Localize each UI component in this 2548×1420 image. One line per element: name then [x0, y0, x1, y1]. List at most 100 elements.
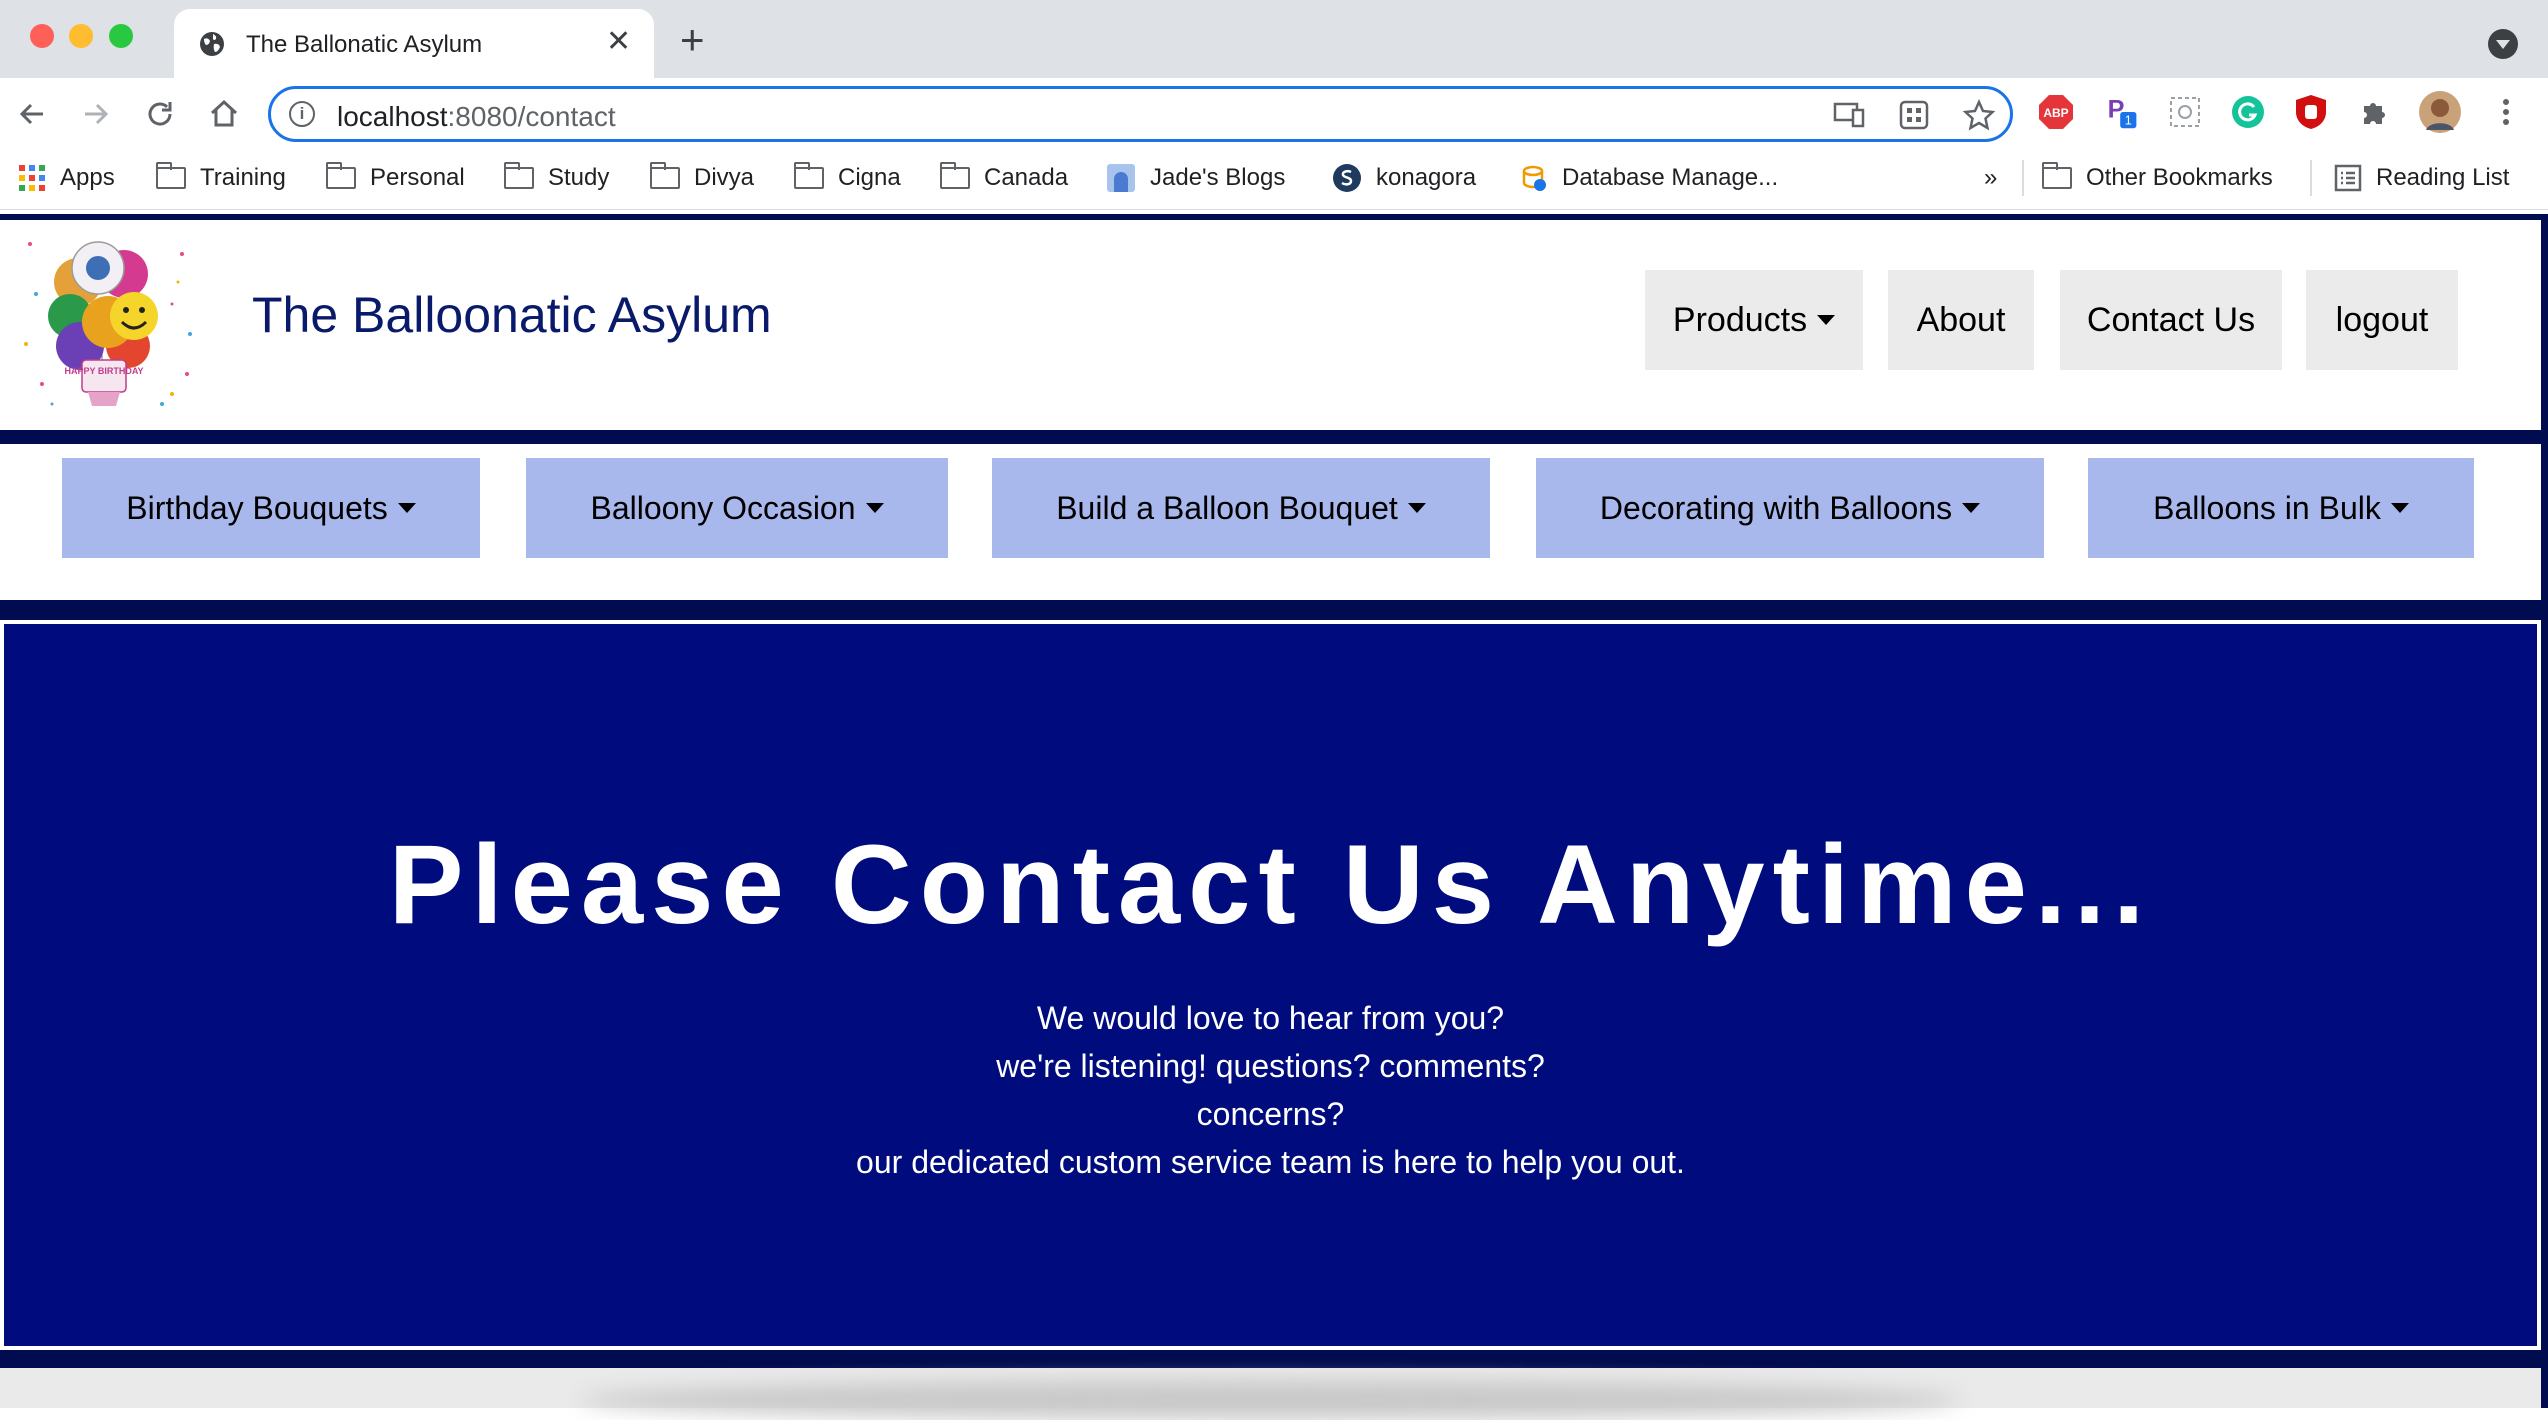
bookmarks-overflow-chevron-icon[interactable]: » [1984, 160, 1997, 196]
folder-icon [2041, 162, 2072, 189]
apps-grid-icon [18, 164, 46, 192]
hero-heading: Please Contact Us Anytime... [388, 822, 2153, 947]
qr-code-icon[interactable] [1898, 99, 1930, 131]
nav-contact-us-button[interactable]: Contact Us [2060, 270, 2282, 370]
bookmark-other-bookmarks[interactable]: Other Bookmarks [2041, 160, 2273, 196]
bookmark-jades-blogs[interactable]: Jade's Blogs [1106, 160, 1285, 196]
tab-close-icon[interactable]: ✕ [606, 27, 631, 57]
navy-band [0, 600, 2541, 620]
navy-band [0, 1350, 2541, 1368]
bookmark-label: konagora [1376, 164, 1477, 191]
url-text[interactable]: localhost:8080/contact [337, 101, 616, 133]
reading-list-icon [2334, 164, 2362, 192]
card-shadow [580, 1380, 1960, 1420]
category-label: Birthday Bouquets [126, 489, 388, 526]
home-icon [210, 99, 238, 127]
bookmarks-divider [2022, 160, 2024, 196]
bookmark-label: Cigna [838, 164, 901, 191]
browser-toolbar: i localhost:8080/contact [0, 78, 2548, 150]
bookmark-label: Canada [984, 164, 1069, 191]
globe-icon [198, 30, 226, 63]
nav-about-button[interactable]: About [1888, 270, 2034, 370]
site-header: HAPPY BIRTHDAY The Balloonatic Asylum Pr… [0, 220, 2541, 430]
bookmark-folder-cigna[interactable]: Cigna [793, 160, 901, 196]
browser-menu-icon[interactable] [2488, 94, 2524, 130]
browser-tab-bar: The Ballonatic Asylum ✕ + [0, 0, 2548, 78]
caret-down-icon [397, 503, 416, 513]
reload-icon [148, 102, 172, 126]
caret-down-icon [1407, 503, 1426, 513]
hero-line: we're listening! questions? comments? [996, 1048, 1545, 1084]
blog-favicon-icon [1106, 163, 1136, 193]
category-decorating-with-balloons[interactable]: Decorating with Balloons [1536, 458, 2044, 558]
address-bar[interactable]: i localhost:8080/contact [268, 86, 2013, 142]
reload-button[interactable] [138, 92, 182, 136]
url-host: localhost [337, 101, 448, 132]
reading-list-button[interactable]: Reading List [2334, 160, 2509, 196]
bookmarks-bar: Apps Training Personal Study Divya Cigna… [0, 150, 2548, 210]
svg-text:1: 1 [2125, 114, 2132, 128]
new-tab-button[interactable]: + [680, 19, 705, 61]
hero-line: We would love to hear from you? [1036, 1000, 1505, 1036]
nav-logout-button[interactable]: logout [2306, 270, 2458, 370]
category-label: Decorating with Balloons [1599, 489, 1953, 526]
forward-button[interactable] [74, 92, 118, 136]
bookmark-label: Study [548, 164, 610, 191]
right-border-band [2541, 214, 2548, 1408]
url-path: :8080/contact [447, 101, 616, 132]
caret-down-icon [1817, 315, 1836, 325]
folder-icon [793, 162, 824, 189]
window-zoom-button[interactable] [109, 24, 133, 48]
bookmark-label: Reading List [2376, 164, 2510, 191]
p-extension-icon[interactable]: P1 [2104, 94, 2140, 130]
bookmark-database-manage[interactable]: Database Manage... [1518, 160, 1778, 196]
folder-icon [649, 162, 680, 189]
category-balloons-in-bulk[interactable]: Balloons in Bulk [2088, 458, 2474, 558]
bookmark-konagora[interactable]: konagora [1332, 160, 1476, 196]
home-button[interactable] [202, 92, 246, 136]
screenshot-extension-icon[interactable] [2167, 94, 2203, 130]
adblock-plus-icon[interactable]: ABP [2038, 94, 2074, 130]
nav-logout-label: logout [2335, 300, 2429, 339]
bookmark-folder-study[interactable]: Study [503, 160, 610, 196]
database-favicon-icon [1518, 163, 1548, 193]
bookmark-folder-canada[interactable]: Canada [939, 160, 1069, 196]
extensions-puzzle-icon[interactable] [2356, 94, 2392, 130]
window-minimize-button[interactable] [69, 24, 93, 48]
bookmark-label: Training [200, 164, 286, 191]
category-birthday-bouquets[interactable]: Birthday Bouquets [62, 458, 480, 558]
category-label: Balloony Occasion [590, 489, 856, 526]
bookmark-apps[interactable]: Apps [18, 160, 115, 196]
tab-search-chevron-icon[interactable] [2488, 29, 2518, 59]
bookmarks-divider [2310, 160, 2312, 196]
ublock-icon[interactable] [2293, 94, 2329, 130]
bookmark-folder-personal[interactable]: Personal [325, 160, 465, 196]
nav-products-dropdown[interactable]: Products [1645, 270, 1863, 370]
bookmark-folder-divya[interactable]: Divya [649, 160, 755, 196]
bookmark-label: Divya [694, 164, 755, 191]
category-label: Build a Balloon Bouquet [1056, 489, 1398, 526]
svg-text:HAPPY BIRTHDAY: HAPPY BIRTHDAY [64, 366, 143, 376]
site-info-icon[interactable]: i [289, 101, 315, 127]
nav-contact-label: Contact Us [2086, 300, 2256, 339]
folder-icon [155, 162, 186, 189]
web-page: HAPPY BIRTHDAY The Balloonatic Asylum Pr… [0, 214, 2548, 1420]
caret-down-icon [865, 503, 884, 513]
grammarly-icon[interactable] [2230, 94, 2266, 130]
back-button[interactable] [10, 92, 54, 136]
category-balloony-occasion[interactable]: Balloony Occasion [526, 458, 948, 558]
balloon-bouquet-logo[interactable]: HAPPY BIRTHDAY [22, 234, 196, 412]
folder-icon [325, 162, 356, 189]
profile-avatar[interactable] [2418, 90, 2462, 134]
browser-tab-active[interactable]: The Ballonatic Asylum ✕ [174, 9, 654, 78]
bookmark-folder-training[interactable]: Training [155, 160, 286, 196]
cast-icon[interactable] [1833, 99, 1865, 131]
category-build-a-balloon-bouquet[interactable]: Build a Balloon Bouquet [992, 458, 1490, 558]
caret-down-icon [2390, 503, 2409, 513]
navy-band [0, 430, 2541, 444]
category-label: Balloons in Bulk [2153, 489, 2381, 526]
bookmark-star-icon[interactable] [1963, 99, 1995, 131]
site-title[interactable]: The Balloonatic Asylum [252, 286, 772, 344]
tab-title: The Ballonatic Asylum [246, 31, 483, 58]
window-close-button[interactable] [30, 24, 54, 48]
